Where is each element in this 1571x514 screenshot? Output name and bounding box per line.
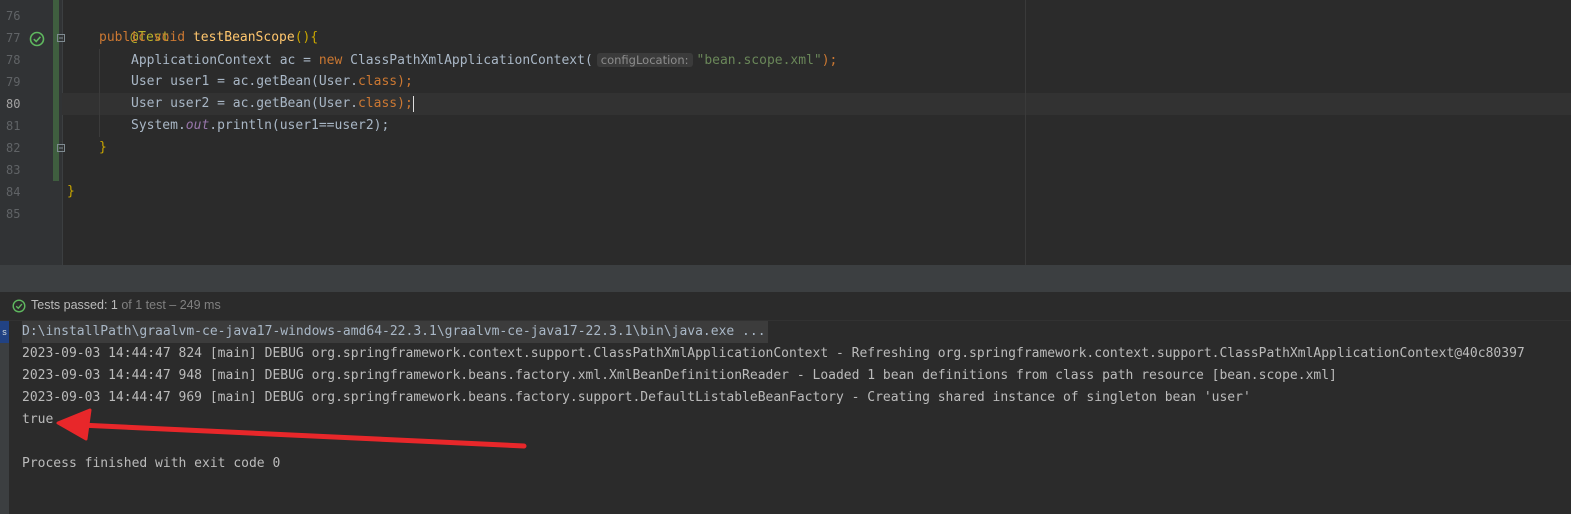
code-line-80: User user2 = ac.getBean(User.class); xyxy=(131,93,414,115)
code-line-77: public void testBeanScope(){ xyxy=(99,27,318,49)
code-line-76: @Test xyxy=(99,5,169,45)
fold-icon[interactable] xyxy=(57,34,65,42)
keyword: public xyxy=(99,30,146,45)
line-number: 78 xyxy=(6,53,21,67)
code-text: ApplicationContext ac = xyxy=(131,53,319,68)
editor-gutter: 76 77 78 79 80 81 82 83 84 85 xyxy=(0,0,65,265)
line-number: 81 xyxy=(6,119,21,133)
code-text: ); xyxy=(397,96,413,111)
console-side-toolbar: s xyxy=(0,321,9,514)
code-text: (){ xyxy=(294,30,319,45)
code-text: ClassPathXmlApplicationContext( xyxy=(342,53,593,68)
keyword: class xyxy=(357,74,398,89)
test-status-text: Tests passed: 1 of 1 test – 249 ms xyxy=(31,298,221,312)
line-number-current: 80 xyxy=(6,97,21,111)
fold-icon[interactable] xyxy=(57,144,65,152)
code-line-79: User user1 = ac.getBean(User.class); xyxy=(131,71,413,93)
text-caret xyxy=(412,95,414,112)
string-literal: "bean.scope.xml" xyxy=(696,53,822,68)
passed-check-icon[interactable] xyxy=(29,31,45,47)
right-margin-guide xyxy=(1025,0,1026,265)
tests-passed-count: 1 xyxy=(110,298,118,312)
code-line-81: System.out.println(user1==user2); xyxy=(131,115,389,137)
console-log-line: 2023-09-03 14:44:47 969 [main] DEBUG org… xyxy=(22,390,1251,405)
test-status-bar: Tests passed: 1 of 1 test – 249 ms xyxy=(0,292,1571,321)
keyword: new xyxy=(318,53,343,68)
console-result: true xyxy=(22,412,54,427)
console-log-line: 2023-09-03 14:44:47 948 [main] DEBUG org… xyxy=(22,368,1337,383)
tests-detail: of 1 test – 249 ms xyxy=(121,298,221,312)
code-text: System. xyxy=(131,118,186,133)
line-number: 84 xyxy=(6,185,21,199)
vcs-change-marker[interactable] xyxy=(53,0,59,181)
line-number: 82 xyxy=(6,141,21,155)
code-line-82: } xyxy=(99,140,107,155)
tests-passed-label: Tests passed: xyxy=(31,298,108,312)
line-number: 85 xyxy=(6,207,21,221)
console-log-line: 2023-09-03 14:44:47 824 [main] DEBUG org… xyxy=(22,346,1525,361)
line-number: 83 xyxy=(6,163,21,177)
static-field: out xyxy=(185,118,210,133)
parameter-hint: configLocation: xyxy=(596,53,693,67)
line-number: 79 xyxy=(6,75,21,89)
run-console[interactable]: s D:\installPath\graalvm-ce-java17-windo… xyxy=(0,321,1571,514)
line-number: 76 xyxy=(6,9,21,23)
console-side-tab[interactable]: s xyxy=(0,321,9,343)
code-text: ); xyxy=(397,74,413,89)
code-text: User user1 = ac.getBean(User. xyxy=(131,74,358,89)
code-editor[interactable]: 76 77 78 79 80 81 82 83 84 85 @Test publ… xyxy=(0,0,1571,265)
check-circle-icon xyxy=(12,299,26,313)
code-text: ); xyxy=(821,53,838,68)
console-command-line[interactable]: D:\installPath\graalvm-ce-java17-windows… xyxy=(22,321,768,343)
code-line-78: ApplicationContext ac = new ClassPathXml… xyxy=(131,49,837,71)
panel-splitter[interactable] xyxy=(0,265,1571,292)
console-exit-message: Process finished with exit code 0 xyxy=(22,456,281,471)
method-name: testBeanScope xyxy=(192,30,295,45)
code-text: User user2 = ac.getBean(User. xyxy=(131,96,358,111)
keyword: class xyxy=(357,96,398,111)
keyword: void xyxy=(153,30,186,45)
code-line-84: } xyxy=(67,184,75,199)
code-text: .println(user1==user2); xyxy=(209,118,390,133)
